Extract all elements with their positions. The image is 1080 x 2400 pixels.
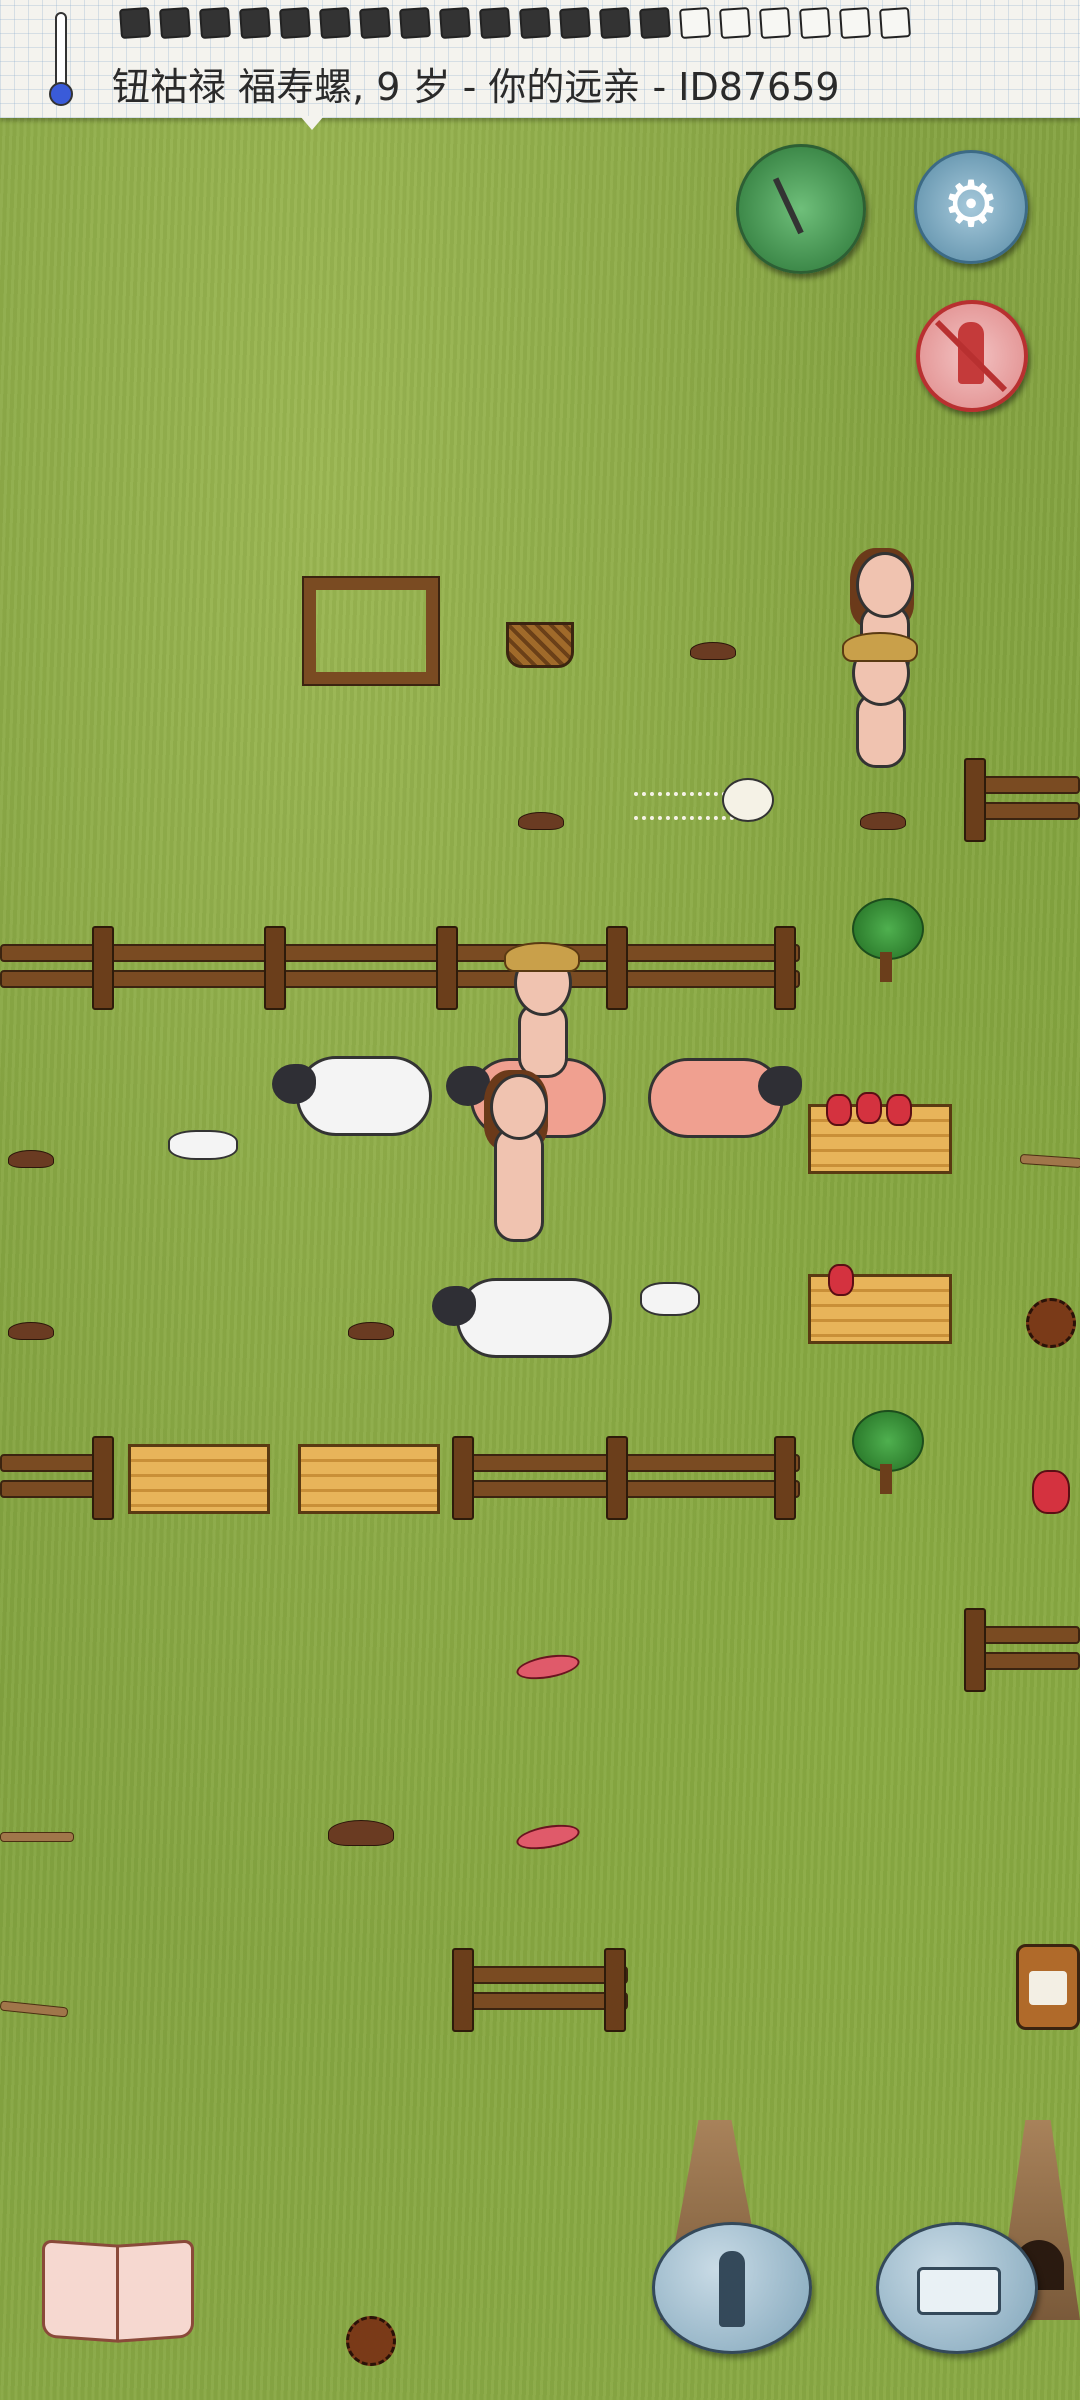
wild-carrot[interactable] bbox=[514, 1650, 582, 1684]
dung-pile[interactable] bbox=[328, 1820, 394, 1846]
fruit[interactable] bbox=[1032, 1470, 1070, 1514]
wooden-box[interactable] bbox=[128, 1444, 270, 1514]
dung-pile[interactable] bbox=[690, 642, 736, 660]
food-pip bbox=[438, 6, 472, 40]
dung-pile[interactable] bbox=[860, 812, 906, 830]
clay-jar[interactable] bbox=[1016, 1944, 1080, 2030]
wooden-box[interactable] bbox=[298, 1444, 440, 1514]
food-pip bbox=[878, 6, 912, 40]
marionette-icon[interactable] bbox=[652, 2222, 812, 2354]
food-pip bbox=[838, 6, 872, 40]
status-bar: 钮祜禄 福寿螺, 9 岁 - 你的远亲 - ID87659 bbox=[0, 0, 1080, 118]
food-pip bbox=[718, 6, 752, 40]
branch[interactable] bbox=[0, 1832, 74, 1842]
sheep[interactable] bbox=[432, 1272, 612, 1362]
fleece[interactable] bbox=[640, 1282, 700, 1316]
dung-pile[interactable] bbox=[348, 1322, 394, 1340]
food-meter bbox=[118, 6, 912, 40]
fence-frame[interactable] bbox=[302, 576, 440, 686]
shorn-sheep[interactable] bbox=[642, 1052, 802, 1142]
food-pip bbox=[558, 6, 592, 40]
food-pip bbox=[398, 6, 432, 40]
dung-pile[interactable] bbox=[518, 812, 564, 830]
food-pip bbox=[798, 6, 832, 40]
woven-basket[interactable] bbox=[506, 622, 574, 668]
wooden-fence[interactable] bbox=[964, 1608, 1080, 1692]
food-pip bbox=[198, 6, 232, 40]
food-pip bbox=[158, 6, 192, 40]
food-pip bbox=[358, 6, 392, 40]
dung-pile[interactable] bbox=[8, 1322, 54, 1340]
villager-with-hat[interactable] bbox=[842, 632, 918, 790]
food-pip bbox=[118, 6, 152, 40]
burdock[interactable] bbox=[346, 2316, 396, 2366]
branch[interactable] bbox=[0, 2000, 69, 2018]
skeleton-remains[interactable] bbox=[634, 770, 784, 830]
food-pip bbox=[678, 6, 712, 40]
wooden-fence[interactable] bbox=[452, 1948, 628, 2032]
fruit[interactable] bbox=[828, 1264, 854, 1296]
food-pip bbox=[598, 6, 632, 40]
food-pip bbox=[518, 6, 552, 40]
wild-carrot[interactable] bbox=[514, 1820, 582, 1854]
keyboard-icon[interactable] bbox=[876, 2222, 1038, 2354]
food-pip bbox=[638, 6, 672, 40]
fleece[interactable] bbox=[168, 1130, 238, 1160]
thermometer-icon bbox=[46, 12, 73, 108]
gear-icon[interactable]: ⚙ bbox=[914, 150, 1028, 264]
branch[interactable] bbox=[1019, 1153, 1080, 1169]
character-name: 钮祜禄 福寿螺, 9 岁 - 你的远亲 - ID87659 bbox=[112, 65, 840, 109]
compass-icon[interactable] bbox=[736, 144, 866, 274]
food-pip bbox=[758, 6, 792, 40]
wooden-fence[interactable] bbox=[0, 1436, 114, 1520]
food-pip bbox=[278, 6, 312, 40]
dung-pile[interactable] bbox=[8, 1150, 54, 1168]
book-icon[interactable] bbox=[42, 2239, 194, 2343]
food-pip bbox=[318, 6, 352, 40]
player-character[interactable] bbox=[480, 1070, 550, 1274]
sapling[interactable] bbox=[850, 1410, 924, 1500]
wooden-fence[interactable] bbox=[964, 758, 1080, 842]
sapling[interactable] bbox=[850, 898, 924, 988]
no-attack-icon[interactable] bbox=[916, 300, 1028, 412]
food-pip bbox=[238, 6, 272, 40]
fruit[interactable] bbox=[826, 1094, 852, 1126]
burdock[interactable] bbox=[1026, 1298, 1076, 1348]
wooden-fence[interactable] bbox=[0, 926, 800, 1010]
fruit[interactable] bbox=[856, 1092, 882, 1124]
fruit[interactable] bbox=[886, 1094, 912, 1126]
food-pip bbox=[478, 6, 512, 40]
sheep[interactable] bbox=[272, 1050, 432, 1140]
wooden-fence[interactable] bbox=[452, 1436, 800, 1520]
